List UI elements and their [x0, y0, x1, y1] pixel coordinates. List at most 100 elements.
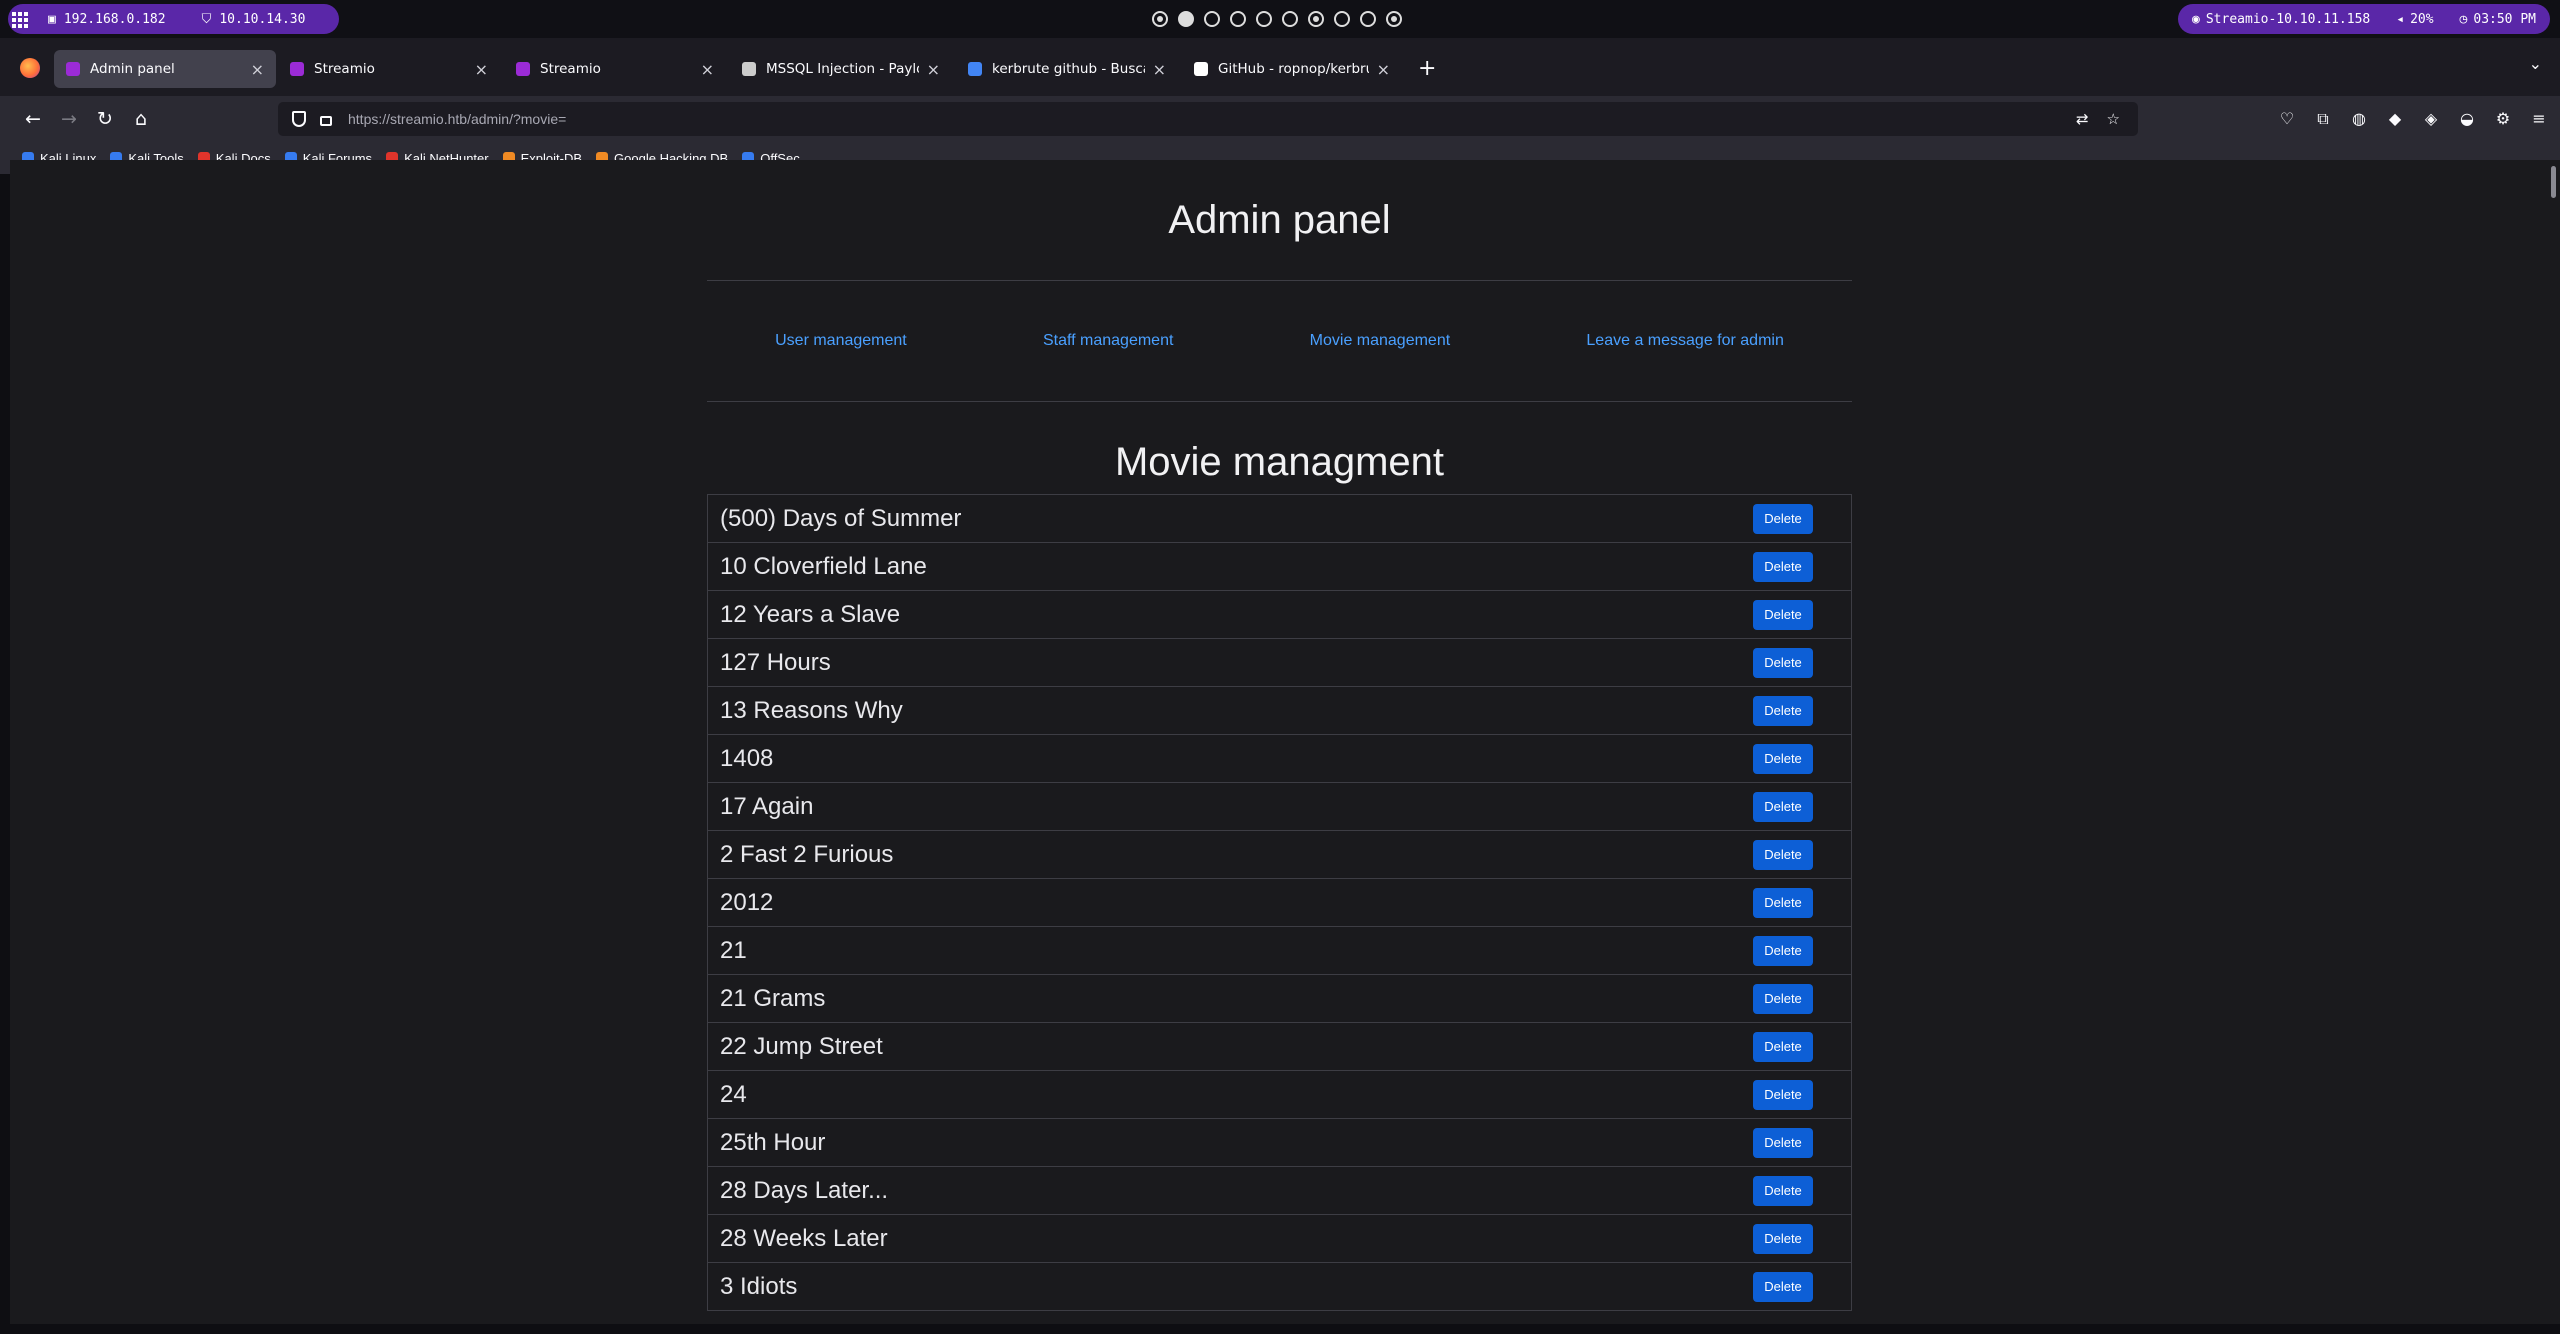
- settings-gear-icon[interactable]: ⚙: [2492, 108, 2514, 130]
- cookie-icon[interactable]: ◒: [2456, 108, 2478, 130]
- browser-tab[interactable]: Admin panel ×: [54, 50, 276, 88]
- delete-button[interactable]: Delete: [1753, 695, 1813, 726]
- tracking-shield-icon[interactable]: [292, 111, 306, 127]
- movie-row: 24 Delete: [707, 1071, 1852, 1119]
- workspace-indicator-6[interactable]: [1282, 11, 1298, 27]
- admin-nav-link[interactable]: Movie management: [1310, 332, 1451, 350]
- delete-button[interactable]: Delete: [1753, 983, 1813, 1014]
- system-bar-right: ◉ Streamio-10.10.11.158 ◂ 20% ◷ 03:50 PM: [2178, 4, 2550, 34]
- tab-favicon-icon: [66, 62, 80, 76]
- movie-list: (500) Days of Summer Delete 10 Cloverfield…: [707, 494, 1852, 1311]
- workspace-indicator-4[interactable]: [1230, 11, 1246, 27]
- forward-arrow-icon[interactable]: →: [56, 106, 82, 132]
- lock-icon[interactable]: [320, 116, 332, 126]
- movie-title: 17 Again: [720, 792, 814, 820]
- movie-title: 1408: [720, 744, 774, 772]
- browser-tab[interactable]: Streamio ×: [278, 50, 500, 88]
- foxyproxy-icon[interactable]: ◍: [2348, 108, 2370, 130]
- url-bar[interactable]: https://streamio.htb/admin/?movie= ⇄ ☆: [278, 102, 2138, 136]
- tab-favicon-icon: [1194, 62, 1208, 76]
- workspace-switcher[interactable]: [1152, 11, 1402, 27]
- speaker-icon: ◂: [2396, 11, 2405, 27]
- tab-title: MSSQL Injection - Payload: [766, 61, 919, 77]
- workspace-indicator-8[interactable]: [1334, 11, 1350, 27]
- workspace-indicator-7[interactable]: [1308, 11, 1324, 27]
- delete-button[interactable]: Delete: [1753, 935, 1813, 966]
- addon-icon[interactable]: ◆: [2384, 108, 2406, 130]
- apps-menu-icon[interactable]: [12, 12, 30, 28]
- browser-tab[interactable]: MSSQL Injection - Payload ×: [730, 50, 952, 88]
- movie-title: 3 Idiots: [720, 1272, 798, 1300]
- movie-title: 28 Days Later...: [720, 1176, 889, 1204]
- chevron-down-icon[interactable]: ⌄: [2529, 54, 2542, 73]
- volume-widget[interactable]: ◂ 20%: [2396, 12, 2433, 27]
- close-icon[interactable]: ×: [251, 60, 264, 79]
- reload-icon[interactable]: ↻: [92, 106, 118, 132]
- admin-nav-link[interactable]: Leave a message for admin: [1586, 332, 1783, 350]
- movie-row: 21 Delete: [707, 927, 1852, 975]
- browser-tab[interactable]: kerbrute github - Buscar c ×: [956, 50, 1178, 88]
- close-icon[interactable]: ×: [1377, 60, 1390, 79]
- delete-button[interactable]: Delete: [1753, 791, 1813, 822]
- workspace-indicator-5[interactable]: [1256, 11, 1272, 27]
- close-icon[interactable]: ×: [1153, 60, 1166, 79]
- delete-button[interactable]: Delete: [1753, 551, 1813, 582]
- close-icon[interactable]: ×: [701, 60, 714, 79]
- admin-nav-link[interactable]: User management: [775, 332, 907, 350]
- movie-title: 127 Hours: [720, 648, 831, 676]
- delete-button[interactable]: Delete: [1753, 599, 1813, 630]
- workspace-indicator-10[interactable]: [1386, 11, 1402, 27]
- tab-title: Streamio: [314, 61, 375, 77]
- scrollbar-thumb[interactable]: [2551, 166, 2556, 198]
- browser-tab[interactable]: GitHub - ropnop/kerbrute ×: [1182, 50, 1402, 88]
- delete-button[interactable]: Delete: [1753, 1271, 1813, 1302]
- tab-title: Streamio: [540, 61, 601, 77]
- delete-button[interactable]: Delete: [1753, 1079, 1813, 1110]
- workspace-indicator-1[interactable]: [1152, 11, 1168, 27]
- delete-button[interactable]: Delete: [1753, 1175, 1813, 1206]
- admin-nav: User management Staff management Movie man…: [707, 281, 1852, 401]
- delete-button[interactable]: Delete: [1753, 1127, 1813, 1158]
- tab-favicon-icon: [516, 62, 530, 76]
- movie-title: 24: [720, 1080, 747, 1108]
- movie-title: 25th Hour: [720, 1128, 826, 1156]
- home-icon[interactable]: ⌂: [128, 106, 154, 132]
- admin-container: Admin panel User management Staff managem…: [707, 160, 1852, 1311]
- volume-text: 20%: [2410, 11, 2434, 27]
- browser-tab[interactable]: Streamio ×: [504, 50, 726, 88]
- target-text: Streamio-10.10.11.158: [2205, 11, 2371, 27]
- firefox-icon[interactable]: [20, 58, 40, 78]
- delete-button[interactable]: Delete: [1753, 1031, 1813, 1062]
- tab-favicon-icon: [742, 62, 756, 76]
- clock-icon: ◷: [2459, 11, 2468, 27]
- clock-text: 03:50 PM: [2473, 11, 2536, 27]
- workspace-indicator-3[interactable]: [1204, 11, 1220, 27]
- new-tab-icon[interactable]: +: [1418, 56, 1436, 81]
- page-scrollbar[interactable]: [2548, 160, 2560, 1324]
- translate-icon[interactable]: ⇄: [2076, 110, 2089, 128]
- delete-button[interactable]: Delete: [1753, 1223, 1813, 1254]
- hamburger-menu-icon[interactable]: ≡: [2528, 108, 2550, 130]
- tab-bar: Admin panel × Streamio × Streamio × MSSQL Inje…: [0, 38, 2560, 96]
- close-icon[interactable]: ×: [475, 60, 488, 79]
- wappalyzer-icon[interactable]: ◈: [2420, 108, 2442, 130]
- admin-nav-link[interactable]: Staff management: [1043, 332, 1173, 350]
- delete-button[interactable]: Delete: [1753, 503, 1813, 534]
- delete-button[interactable]: Delete: [1753, 839, 1813, 870]
- workspace-indicator-9[interactable]: [1360, 11, 1376, 27]
- extensions-icon[interactable]: ⧉: [2312, 108, 2334, 130]
- tab-favicon-icon: [290, 62, 304, 76]
- bookmark-star-icon[interactable]: ☆: [2107, 110, 2120, 128]
- delete-button[interactable]: Delete: [1753, 887, 1813, 918]
- url-text[interactable]: https://streamio.htb/admin/?movie=: [348, 111, 566, 127]
- delete-button[interactable]: Delete: [1753, 647, 1813, 678]
- delete-button[interactable]: Delete: [1753, 743, 1813, 774]
- movie-row: 17 Again Delete: [707, 783, 1852, 831]
- pocket-icon[interactable]: ♡: [2276, 108, 2298, 130]
- movie-title: 13 Reasons Why: [720, 696, 903, 724]
- movie-row: 25th Hour Delete: [707, 1119, 1852, 1167]
- workspace-indicator-2[interactable]: [1178, 11, 1194, 27]
- close-icon[interactable]: ×: [927, 60, 940, 79]
- back-arrow-icon[interactable]: ←: [20, 106, 46, 132]
- movie-row: 13 Reasons Why Delete: [707, 687, 1852, 735]
